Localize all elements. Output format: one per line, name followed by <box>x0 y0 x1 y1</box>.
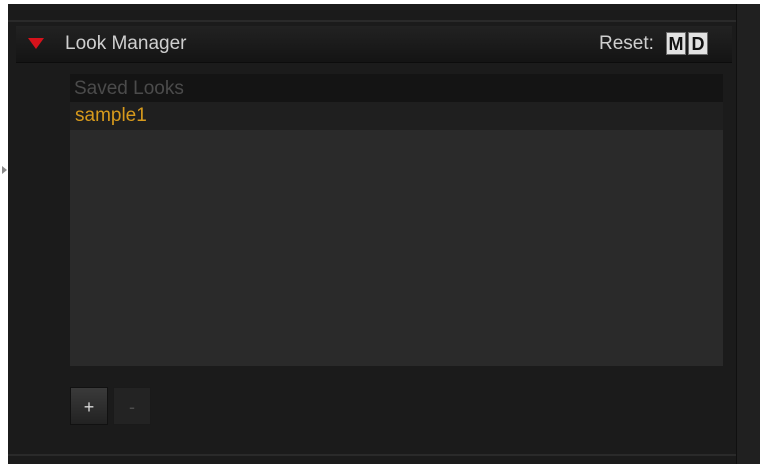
add-look-button[interactable]: + <box>70 387 108 425</box>
saved-looks-list[interactable]: Saved Looks sample1 <box>70 74 723 366</box>
bottom-divider <box>8 454 736 456</box>
reset-m-button[interactable]: M <box>666 32 686 55</box>
panel-title: Look Manager <box>65 33 187 54</box>
list-item[interactable]: sample1 <box>70 102 723 130</box>
list-header-label: Saved Looks <box>74 78 184 99</box>
look-manager-header[interactable]: Look Manager Reset: M D <box>16 26 732 63</box>
caret-right-icon <box>2 166 7 174</box>
reset-label: Reset: <box>599 33 654 54</box>
triangle-down-icon[interactable] <box>28 38 44 49</box>
right-scroll-strip <box>736 4 760 464</box>
list-item-label: sample1 <box>75 105 147 126</box>
reset-d-button[interactable]: D <box>688 32 708 55</box>
remove-look-button[interactable]: - <box>113 387 151 425</box>
list-header: Saved Looks <box>70 74 723 102</box>
top-divider <box>8 20 736 22</box>
